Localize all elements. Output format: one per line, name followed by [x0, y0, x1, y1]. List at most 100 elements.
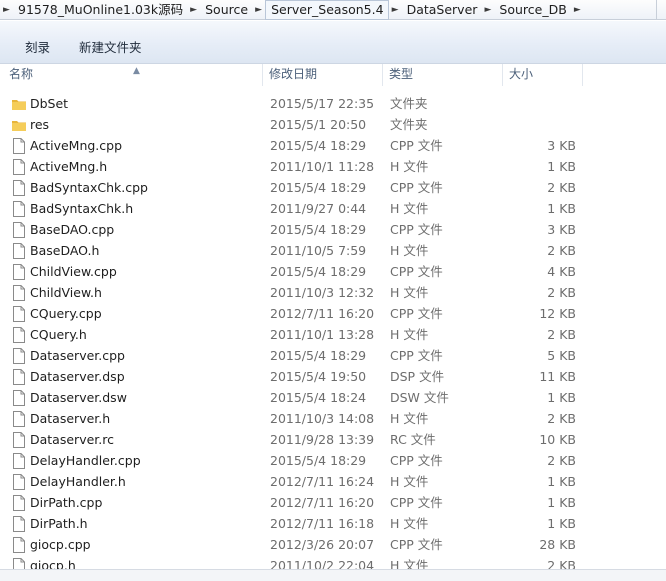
- column-header-type[interactable]: 类型: [385, 64, 503, 86]
- chevron-right-icon[interactable]: ►: [481, 0, 494, 20]
- list-item[interactable]: CQuery.h 2011/10/1 13:28 H 文件 2 KB: [0, 324, 666, 345]
- breadcrumb-item-source-db[interactable]: Source_DB: [494, 0, 570, 20]
- file-type: H 文件: [390, 327, 429, 342]
- folder-icon: [12, 100, 26, 110]
- file-size: 2 KB: [547, 285, 576, 300]
- file-icon: [13, 495, 25, 511]
- file-icon: [13, 348, 25, 364]
- list-item[interactable]: giocp.cpp 2012/3/26 20:07 CPP 文件 28 KB: [0, 534, 666, 555]
- file-date: 2012/7/11 16:18: [270, 516, 375, 531]
- file-name: DirPath.cpp: [30, 495, 103, 510]
- file-size: 3 KB: [547, 138, 576, 153]
- list-item[interactable]: BadSyntaxChk.h 2011/9/27 0:44 H 文件 1 KB: [0, 198, 666, 219]
- list-item[interactable]: Dataserver.h 2011/10/3 14:08 H 文件 2 KB: [0, 408, 666, 429]
- sort-up-icon: ▲: [133, 66, 140, 76]
- file-date: 2015/5/17 22:35: [270, 96, 375, 111]
- file-size: 1 KB: [547, 159, 576, 174]
- breadcrumb-item-dataserver[interactable]: DataServer: [402, 0, 482, 20]
- list-item[interactable]: ChildView.h 2011/10/3 12:32 H 文件 2 KB: [0, 282, 666, 303]
- file-type: H 文件: [390, 474, 429, 489]
- file-size: 1 KB: [547, 390, 576, 405]
- breadcrumb-item-server[interactable]: Server_Season5.4: [265, 0, 389, 20]
- column-header-date[interactable]: 修改日期: [265, 64, 383, 86]
- list-item[interactable]: Dataserver.dsp 2015/5/4 19:50 DSP 文件 11 …: [0, 366, 666, 387]
- list-item[interactable]: BaseDAO.h 2011/10/5 7:59 H 文件 2 KB: [0, 240, 666, 261]
- file-date: 2012/7/11 16:20: [270, 306, 375, 321]
- list-item[interactable]: giocp.h 2011/10/2 22:04 H 文件 2 KB: [0, 555, 666, 569]
- file-name: Dataserver.dsp: [30, 369, 125, 384]
- breadcrumb: ► 91578_MuOnline1.03k源码 ► Source ► Serve…: [0, 0, 584, 20]
- file-type: CPP 文件: [390, 180, 443, 195]
- file-date: 2012/3/26 20:07: [270, 537, 375, 552]
- new-folder-button[interactable]: 新建文件夹: [79, 37, 142, 56]
- file-name: giocp.cpp: [30, 537, 91, 552]
- chevron-right-icon[interactable]: ►: [0, 0, 13, 20]
- file-icon: [13, 306, 25, 322]
- file-name: giocp.h: [30, 558, 76, 569]
- address-bar[interactable]: ► 91578_MuOnline1.03k源码 ► Source ► Serve…: [0, 0, 666, 20]
- chevron-right-icon[interactable]: ►: [571, 0, 584, 20]
- file-name: ChildView.h: [30, 285, 102, 300]
- column-header-name[interactable]: 名称 ▲: [5, 64, 263, 86]
- list-item[interactable]: DelayHandler.h 2012/7/11 16:24 H 文件 1 KB: [0, 471, 666, 492]
- file-size: 2 KB: [547, 453, 576, 468]
- file-name: ChildView.cpp: [30, 264, 117, 279]
- chevron-right-icon[interactable]: ►: [389, 0, 402, 20]
- file-size: 2 KB: [547, 327, 576, 342]
- file-size: 1 KB: [547, 516, 576, 531]
- file-icon: [13, 390, 25, 406]
- column-header-type-label: 类型: [389, 67, 414, 81]
- list-item[interactable]: Dataserver.rc 2011/9/28 13:39 RC 文件 10 K…: [0, 429, 666, 450]
- file-date: 2015/5/4 18:29: [270, 264, 367, 279]
- column-header-size[interactable]: 大小: [505, 64, 583, 86]
- file-size: 12 KB: [539, 306, 576, 321]
- list-item[interactable]: CQuery.cpp 2012/7/11 16:20 CPP 文件 12 KB: [0, 303, 666, 324]
- file-size: 2 KB: [547, 411, 576, 426]
- file-date: 2011/10/2 22:04: [270, 558, 375, 569]
- file-size: 5 KB: [547, 348, 576, 363]
- list-item[interactable]: BadSyntaxChk.cpp 2015/5/4 18:29 CPP 文件 2…: [0, 177, 666, 198]
- chevron-right-icon[interactable]: ►: [187, 0, 200, 20]
- file-icon: [13, 264, 25, 280]
- file-name: Dataserver.h: [30, 411, 111, 426]
- file-size: 3 KB: [547, 222, 576, 237]
- list-item[interactable]: res 2015/5/1 20:50 文件夹: [0, 114, 666, 135]
- file-size: 2 KB: [547, 558, 576, 569]
- list-item[interactable]: Dataserver.cpp 2015/5/4 18:29 CPP 文件 5 K…: [0, 345, 666, 366]
- file-icon: [13, 453, 25, 469]
- file-date: 2011/10/3 12:32: [270, 285, 375, 300]
- file-type: CPP 文件: [390, 453, 443, 468]
- file-type: 文件夹: [390, 96, 428, 111]
- list-item[interactable]: Dataserver.dsw 2015/5/4 18:24 DSW 文件 1 K…: [0, 387, 666, 408]
- file-date: 2011/9/28 13:39: [270, 432, 375, 447]
- file-size: 2 KB: [547, 180, 576, 195]
- breadcrumb-item-source[interactable]: Source: [200, 0, 252, 20]
- window-bottom-edge: [0, 569, 666, 581]
- list-item[interactable]: DbSet 2015/5/17 22:35 文件夹: [0, 93, 666, 114]
- file-name: Dataserver.cpp: [30, 348, 125, 363]
- file-size: 28 KB: [539, 537, 576, 552]
- breadcrumb-item-root[interactable]: 91578_MuOnline1.03k源码: [13, 0, 187, 20]
- file-type: CPP 文件: [390, 348, 443, 363]
- list-item[interactable]: DirPath.cpp 2012/7/11 16:20 CPP 文件 1 KB: [0, 492, 666, 513]
- file-name: ActiveMng.h: [30, 159, 108, 174]
- file-icon: [13, 327, 25, 343]
- file-date: 2011/9/27 0:44: [270, 201, 367, 216]
- list-item[interactable]: ActiveMng.h 2011/10/1 11:28 H 文件 1 KB: [0, 156, 666, 177]
- file-name: BadSyntaxChk.h: [30, 201, 134, 216]
- file-name: ActiveMng.cpp: [30, 138, 123, 153]
- file-date: 2015/5/4 18:29: [270, 453, 367, 468]
- file-name: res: [30, 117, 50, 132]
- list-item[interactable]: BaseDAO.cpp 2015/5/4 18:29 CPP 文件 3 KB: [0, 219, 666, 240]
- list-item[interactable]: DirPath.h 2012/7/11 16:18 H 文件 1 KB: [0, 513, 666, 534]
- file-date: 2015/5/4 19:50: [270, 369, 367, 384]
- burn-button[interactable]: 刻录: [25, 37, 50, 56]
- chevron-right-icon[interactable]: ►: [252, 0, 265, 20]
- file-type: H 文件: [390, 243, 429, 258]
- file-type: H 文件: [390, 411, 429, 426]
- file-icon: [13, 516, 25, 532]
- list-item[interactable]: DelayHandler.cpp 2015/5/4 18:29 CPP 文件 2…: [0, 450, 666, 471]
- list-item[interactable]: ChildView.cpp 2015/5/4 18:29 CPP 文件 4 KB: [0, 261, 666, 282]
- file-icon: [13, 558, 25, 569]
- list-item[interactable]: ActiveMng.cpp 2015/5/4 18:29 CPP 文件 3 KB: [0, 135, 666, 156]
